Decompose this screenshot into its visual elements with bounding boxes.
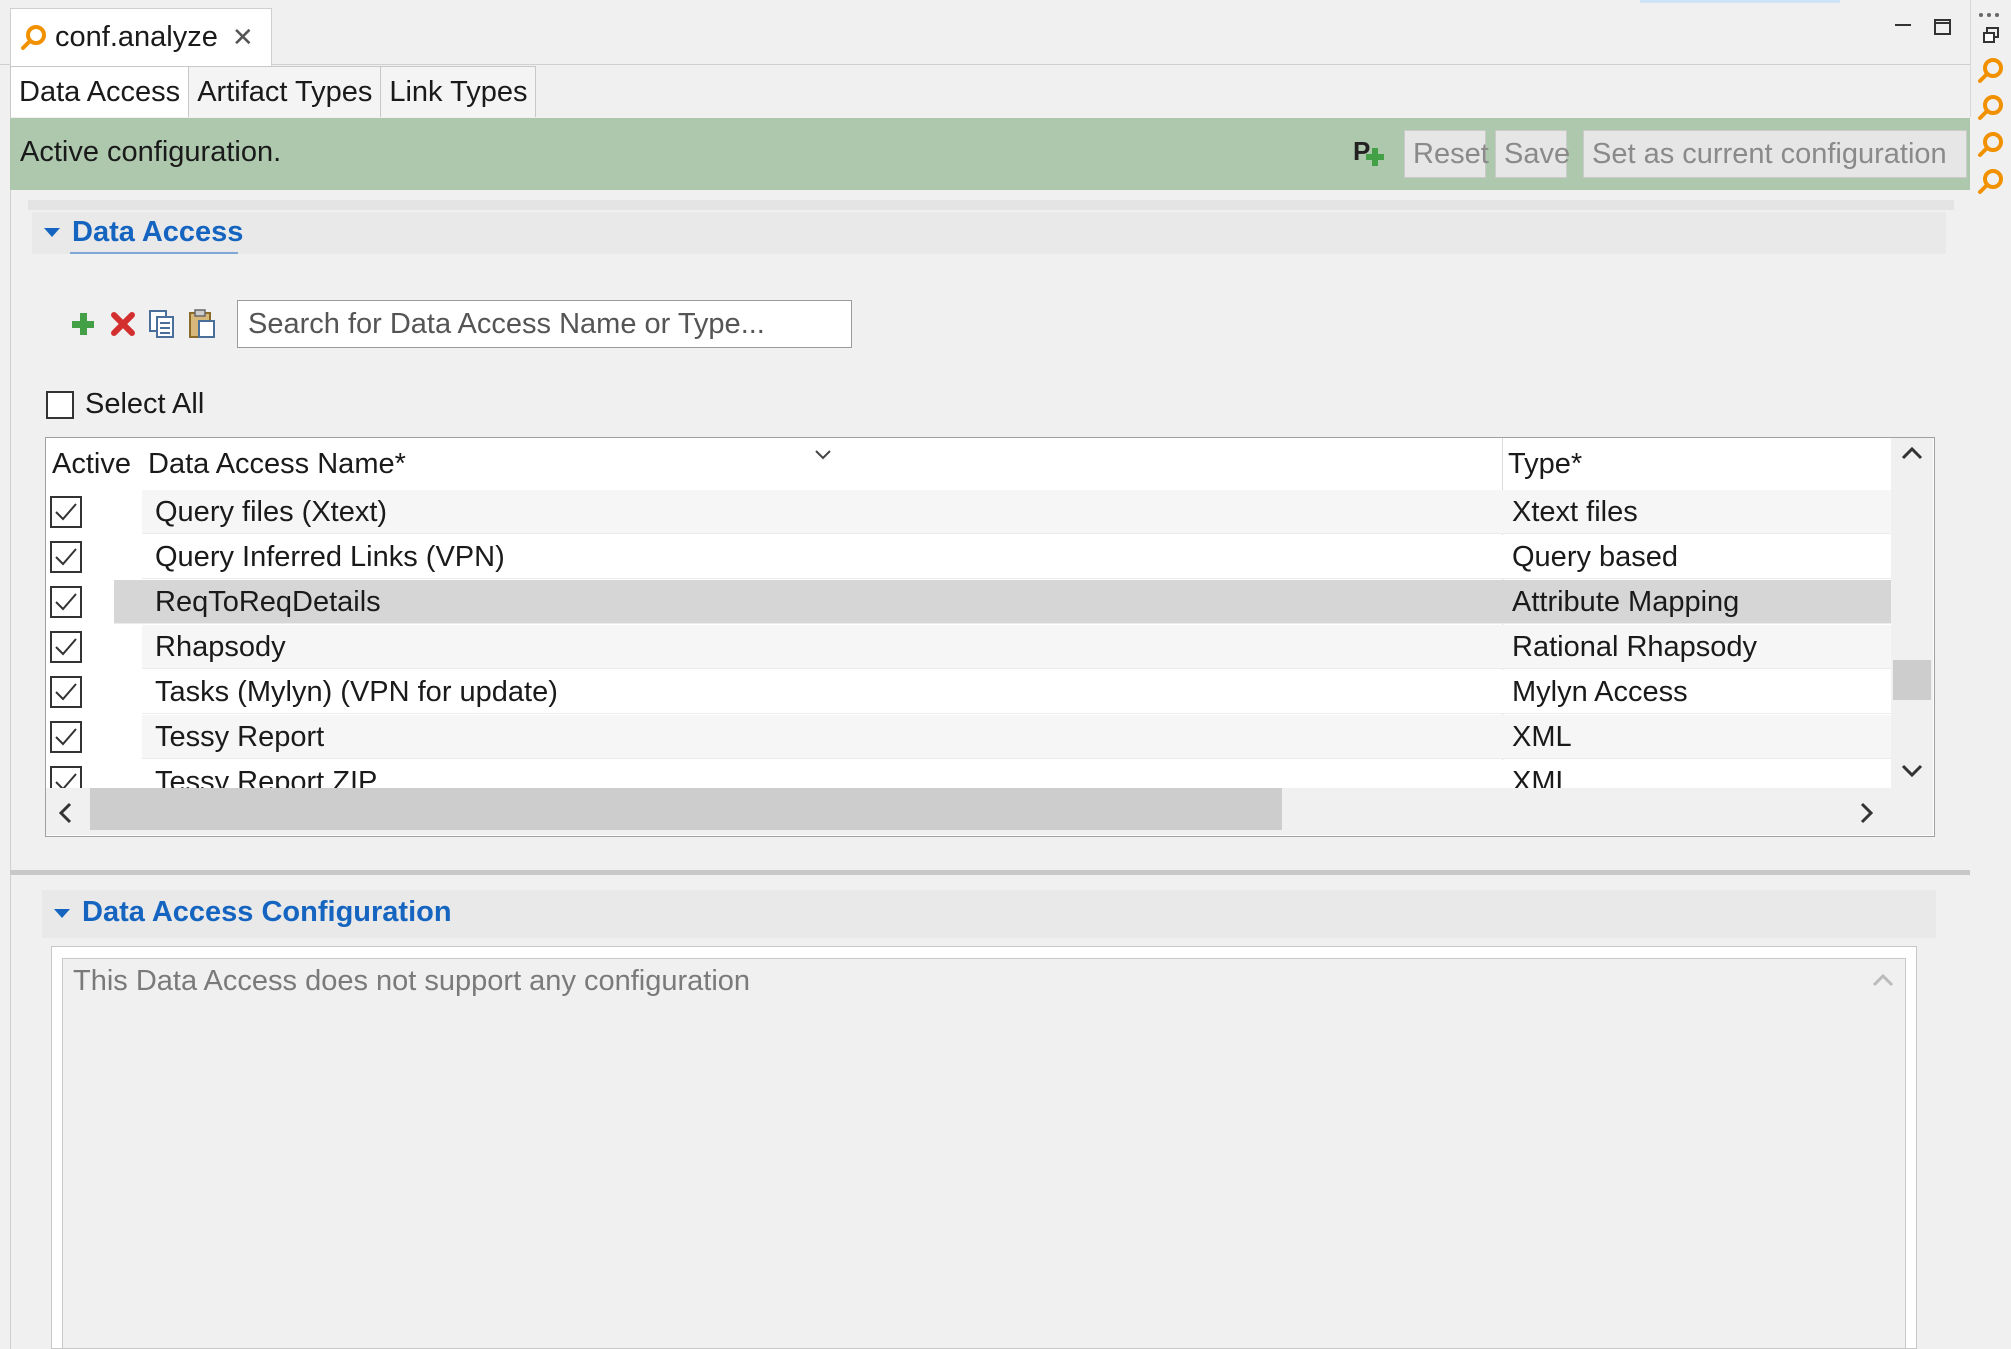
editor-tab-title: conf.analyze [55, 21, 218, 53]
data-access-table: Active Data Access Name* Type* Query fil… [45, 437, 1935, 837]
save-button[interactable]: Save [1495, 130, 1570, 178]
row-active-checkbox[interactable] [50, 535, 82, 579]
tab-artifact-types[interactable]: Artifact Types [188, 66, 382, 117]
row-type: Query based [1512, 540, 1679, 573]
row-type: Attribute Mapping [1512, 585, 1740, 618]
horizontal-scrollbar[interactable] [46, 788, 1933, 835]
row-type: Rational Rhapsody [1512, 630, 1758, 663]
vertical-scroll-thumb[interactable] [1893, 660, 1931, 700]
table-row[interactable]: Query files (Xtext) Xtext files [46, 490, 1891, 534]
section-splitter[interactable] [10, 870, 1970, 875]
set-current-configuration-button[interactable]: Set as current configuration [1583, 130, 1967, 178]
scroll-right-icon[interactable] [1860, 802, 1874, 829]
configuration-message: This Data Access does not support any co… [73, 965, 751, 997]
search-input[interactable] [237, 300, 852, 348]
data-access-section-header[interactable]: Data Access [32, 212, 1946, 254]
table-row[interactable]: Tasks (Mylyn) (VPN for update) Mylyn Acc… [46, 670, 1891, 714]
trim-analyze-icon-2[interactable] [1976, 93, 2006, 128]
configuration-section-header[interactable]: Data Access Configuration [42, 890, 1936, 938]
select-all-checkbox[interactable] [46, 391, 74, 419]
expand-triangle-icon[interactable] [54, 909, 70, 918]
add-icon[interactable] [68, 309, 98, 339]
configuration-section-title: Data Access Configuration [82, 896, 452, 928]
scroll-left-icon[interactable] [58, 802, 72, 829]
add-configuration-icon[interactable]: P [1352, 136, 1388, 175]
row-type: Xtext files [1512, 495, 1638, 528]
svg-text:P: P [1353, 136, 1370, 166]
delete-icon[interactable] [108, 309, 138, 339]
trim-analyze-icon-4[interactable] [1976, 167, 2006, 202]
restore-icon[interactable] [1982, 26, 2000, 49]
row-name: Query Inferred Links (VPN) [155, 540, 505, 573]
expand-triangle-icon[interactable] [44, 228, 60, 237]
row-active-checkbox[interactable] [50, 715, 82, 759]
column-header-type[interactable]: Type* [1508, 438, 1888, 490]
row-name: Tessy Report [155, 720, 325, 753]
row-active-checkbox[interactable] [50, 490, 82, 534]
configuration-text-area[interactable]: This Data Access does not support any co… [62, 958, 1906, 1349]
row-type: Mylyn Access [1512, 675, 1688, 708]
row-name: Tasks (Mylyn) (VPN for update) [155, 675, 558, 708]
row-background [142, 715, 1891, 759]
paste-icon[interactable] [187, 309, 217, 339]
table-row-selected[interactable]: ReqToReqDetails Attribute Mapping [46, 580, 1891, 624]
select-all-label: Select All [85, 388, 205, 420]
table-row[interactable]: Rhapsody Rational Rhapsody [46, 625, 1891, 669]
tab-bar-highlight [1640, 0, 1840, 3]
table-row[interactable]: Tessy Report XML [46, 715, 1891, 759]
maximize-icon[interactable] [1930, 14, 1956, 40]
column-header-name[interactable]: Data Access Name* [148, 438, 1548, 490]
row-name: Rhapsody [155, 630, 286, 663]
data-access-section-title: Data Access [72, 216, 244, 248]
trim-analyze-icon-1[interactable] [1976, 56, 2006, 91]
reset-button[interactable]: Reset [1404, 130, 1489, 178]
row-active-checkbox[interactable] [50, 670, 82, 714]
minimize-icon[interactable] [1890, 14, 1916, 40]
side-trim-bar [1970, 0, 2011, 1349]
config-scroll-up-icon[interactable] [1872, 973, 1894, 992]
horizontal-scroll-thumb[interactable] [90, 788, 1282, 830]
row-name: ReqToReqDetails [155, 585, 381, 618]
trim-analyze-icon-3[interactable] [1976, 130, 2006, 165]
more-options-icon[interactable] [1978, 6, 2004, 24]
editor-tab-bar [0, 0, 1970, 65]
page-tabs: Data Access Artifact Types Link Types [10, 66, 537, 118]
status-bar: Active configuration. P Reset Save Set a… [10, 118, 1970, 190]
editor-tab-conf-analyze[interactable]: conf.analyze ✕ [10, 8, 272, 66]
analyze-file-icon [19, 23, 49, 53]
row-name: Query files (Xtext) [155, 495, 388, 528]
table-row[interactable]: Query Inferred Links (VPN) Query based [46, 535, 1891, 579]
close-icon[interactable]: ✕ [232, 22, 254, 53]
scroll-down-icon[interactable] [1901, 764, 1923, 783]
scroll-up-icon[interactable] [1901, 446, 1923, 465]
status-text: Active configuration. [20, 136, 282, 168]
row-active-checkbox[interactable] [50, 580, 82, 624]
row-type: XML [1512, 720, 1572, 753]
copy-icon[interactable] [147, 309, 177, 339]
vertical-scrollbar[interactable] [1891, 438, 1933, 788]
tab-data-access[interactable]: Data Access [10, 66, 190, 117]
sort-chevron-icon[interactable] [814, 448, 832, 466]
tab-link-types[interactable]: Link Types [380, 66, 537, 117]
section-title-underline [70, 252, 238, 254]
section-top-bar [28, 200, 1954, 210]
column-header-active[interactable]: Active [52, 438, 152, 490]
row-active-checkbox[interactable] [50, 625, 82, 669]
